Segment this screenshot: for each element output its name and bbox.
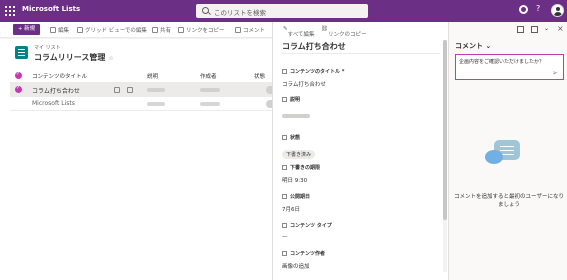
app-launcher-icon[interactable] <box>5 6 15 16</box>
gear-icon[interactable] <box>519 5 528 14</box>
comment-input-text[interactable]: 企画内容をご確認いただけましたか？ <box>459 58 544 65</box>
copy-link-button[interactable]: リンクをコピー <box>178 26 225 34</box>
author-cell <box>200 88 220 92</box>
help-icon[interactable]: ? <box>536 4 540 13</box>
column-header-title[interactable]: コンテンツのタイトル <box>32 72 87 80</box>
panel-toolbar: ⌄ × <box>449 22 567 38</box>
chevron-down-icon[interactable]: ⌄ <box>544 25 551 32</box>
close-icon[interactable]: × <box>557 24 564 33</box>
field-value[interactable]: コラム打ち合わせ <box>282 80 442 88</box>
comments-illustration <box>482 140 532 180</box>
field-draft-due[interactable]: 下書きの期限 明日 9:30 <box>282 164 442 184</box>
search-box[interactable]: このリストを検索 <box>196 4 368 18</box>
link-icon <box>178 27 184 33</box>
site-name[interactable]: マイ リスト <box>34 44 61 51</box>
comments-panel: ⌄ × コメント ⌄ 企画内容をご確認いただけましたか？ ➢ コメントを追加する… <box>448 22 567 280</box>
field-value[interactable] <box>282 114 310 118</box>
comment-input[interactable]: 企画内容をご確認いただけましたか？ ➢ <box>455 54 564 80</box>
field-description[interactable]: 説明 <box>282 96 442 122</box>
description-cell <box>147 88 165 92</box>
text-field-icon <box>282 97 287 102</box>
share-button[interactable]: 共有 <box>152 26 171 34</box>
avatar[interactable] <box>551 4 564 17</box>
search-input[interactable]: このリストを検索 <box>214 7 266 17</box>
share-icon[interactable] <box>114 87 120 93</box>
row-title[interactable]: Microsoft Lists <box>32 100 75 107</box>
divider <box>282 53 440 54</box>
item-detail-panel: ✎ すべて編集 ⛓ リンクのコピー コラム打ち合わせ コンテンツのタイトル * … <box>272 22 448 280</box>
column-header-status[interactable]: 状態 <box>254 72 265 80</box>
field-content-author[interactable]: コンテンツ作者 画像の追加 <box>282 250 442 270</box>
status-pill[interactable]: 下書き済み <box>282 150 316 159</box>
edit-button[interactable]: 編集 <box>50 26 69 34</box>
field-publish-date[interactable]: 公開期日 7月6日 <box>282 193 442 213</box>
edit-all-button[interactable]: ✎ すべて編集 <box>283 26 315 38</box>
pencil-icon <box>50 27 56 33</box>
grid-icon <box>77 27 83 33</box>
person-icon <box>282 251 287 256</box>
comment-icon[interactable] <box>517 26 524 33</box>
scrollbar-thumb[interactable] <box>443 40 447 220</box>
share-icon <box>152 27 158 33</box>
select-all-checkbox[interactable] <box>15 71 22 79</box>
more-icon[interactable] <box>127 87 133 93</box>
table-row[interactable]: Microsoft Lists <box>10 97 274 111</box>
row-checkbox[interactable] <box>15 85 22 93</box>
command-bar: + 新規 編集 グリッド ビューでの編集 共有 リンクをコピー コメント <box>0 22 272 38</box>
field-status[interactable]: 状態 下書き済み <box>282 134 442 160</box>
author-cell <box>200 102 220 106</box>
app-name[interactable]: Microsoft Lists <box>22 5 80 13</box>
choice-field-icon <box>282 223 287 228</box>
table-header: コンテンツのタイトル 説明 作成者 状態 <box>10 69 272 83</box>
calendar-icon <box>282 194 287 199</box>
text-field-icon <box>282 69 287 74</box>
suite-bar: Microsoft Lists このリストを検索 ? <box>0 0 567 22</box>
field-value[interactable]: 明日 9:30 <box>282 176 442 184</box>
detail-command-bar: ✎ すべて編集 ⛓ リンクのコピー <box>273 22 449 38</box>
row-title[interactable]: コラム打ち合わせ <box>32 86 80 95</box>
grid-edit-button[interactable]: グリッド ビューでの編集 <box>77 26 147 34</box>
comment-icon <box>235 27 241 33</box>
new-button[interactable]: + 新規 <box>13 24 40 35</box>
choice-field-icon <box>282 135 287 140</box>
copy-link-button[interactable]: ⛓ リンクのコピー <box>321 26 367 38</box>
favorite-star-icon[interactable]: ☆ <box>108 55 113 62</box>
expand-icon[interactable] <box>531 26 538 33</box>
list-pane: マイ リスト コラムリリース管理☆ コンテンツのタイトル 説明 作成者 状態 コ… <box>0 39 274 280</box>
comments-header[interactable]: コメント ⌄ <box>455 41 491 51</box>
field-content-title[interactable]: コンテンツのタイトル * コラム打ち合わせ <box>282 68 442 88</box>
field-value[interactable]: 7月6日 <box>282 205 442 213</box>
field-value[interactable]: — <box>282 234 442 240</box>
table-row[interactable]: コラム打ち合わせ <box>10 83 274 97</box>
list-title: コラムリリース管理 ☆ <box>34 53 114 62</box>
empty-comments-text: コメントを追加すると最初のユーザーになりましょう <box>454 194 564 208</box>
comment-button[interactable]: コメント <box>235 26 265 34</box>
calendar-icon <box>282 165 287 170</box>
description-cell <box>147 102 165 106</box>
column-header-description[interactable]: 説明 <box>147 72 158 80</box>
detail-title: コラム打ち合わせ <box>282 42 346 51</box>
send-icon[interactable]: ➢ <box>552 69 558 77</box>
column-header-author[interactable]: 作成者 <box>200 72 217 80</box>
list-icon <box>15 46 28 59</box>
field-content-type[interactable]: コンテンツ タイプ — <box>282 222 442 240</box>
scrollbar[interactable] <box>443 40 447 272</box>
search-icon <box>202 7 209 14</box>
field-value[interactable]: 画像の追加 <box>282 262 442 270</box>
